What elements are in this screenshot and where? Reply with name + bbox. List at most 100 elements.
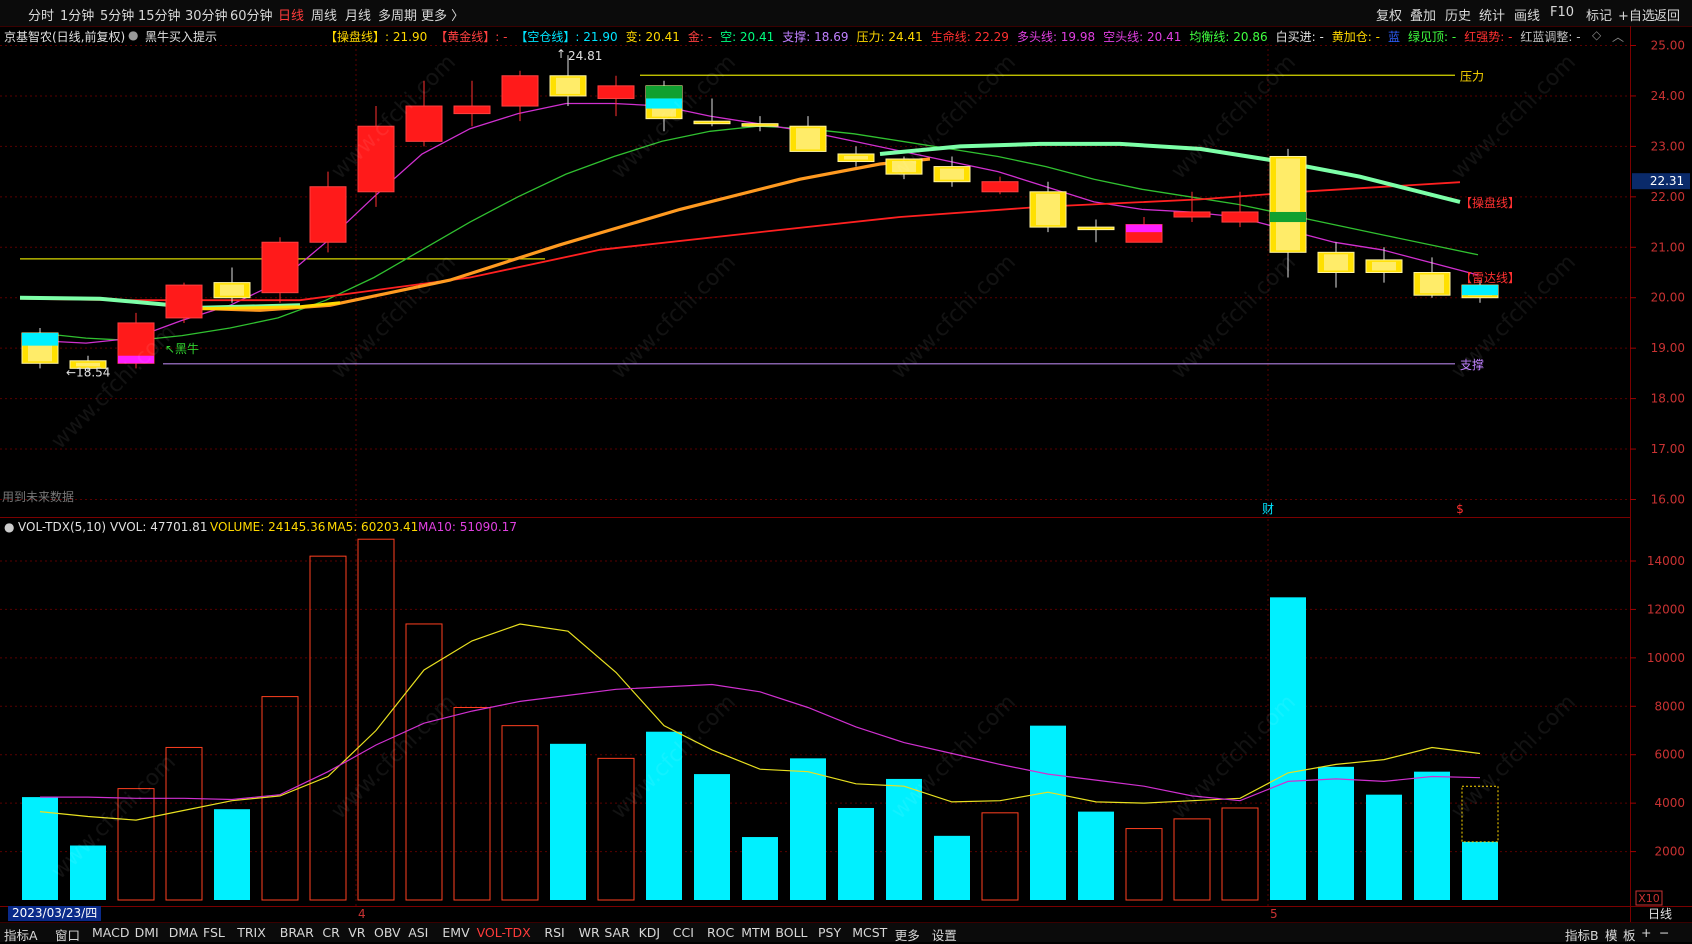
candle-body-up[interactable] (981, 181, 1019, 193)
indicator-tab-21[interactable]: BOLL (775, 925, 807, 940)
indicator-tab-20[interactable]: MTM (741, 925, 770, 940)
volume-bar-up[interactable] (453, 706, 491, 901)
indicator-tab-25[interactable]: 设置 (932, 925, 957, 944)
volume-bar-down[interactable] (1318, 766, 1354, 900)
volume-bar-down[interactable] (1270, 597, 1306, 900)
finance-marker: 财 (1262, 502, 1274, 516)
period-label: 日线 (1648, 907, 1672, 921)
indicator-tab-3[interactable]: DMI (135, 925, 159, 940)
candle-body-up[interactable] (261, 241, 299, 294)
future-data-label: 用到未来数据 (2, 489, 74, 504)
price-tick-label: 21.00 (1651, 240, 1685, 254)
candle-body-down[interactable] (1077, 226, 1115, 231)
volume-bar-down[interactable] (1030, 725, 1066, 900)
watermark-text: www.cfchi.com (887, 50, 1021, 184)
volume-bar-up[interactable] (1221, 807, 1259, 901)
indicator-tab-4[interactable]: DMA (169, 925, 198, 940)
volume-bar-down[interactable] (1078, 811, 1114, 900)
candle-body-up[interactable] (501, 75, 539, 107)
volume-bar-down[interactable] (742, 837, 778, 900)
volume-bar-down[interactable] (838, 807, 874, 900)
bottom-right-1[interactable]: 模 (1605, 925, 1618, 944)
candle-body-down[interactable] (693, 120, 731, 125)
radar-line-label: 【雷达线】 (1460, 271, 1520, 285)
indicator-tab-0[interactable]: 指标A (4, 925, 38, 944)
bottom-right-0[interactable]: 指标B (1565, 925, 1599, 944)
indicator-tab-1[interactable]: 窗口 (55, 925, 80, 944)
volume-bar-up[interactable] (501, 725, 539, 901)
volume-bar-down[interactable] (694, 774, 730, 900)
volume-bar-up[interactable] (405, 623, 443, 901)
candle-body-up[interactable] (597, 85, 635, 99)
volume-bar-down[interactable] (214, 809, 250, 900)
high-price-label: 24.81 (568, 49, 602, 63)
indicator-tab-7[interactable]: BRAR (280, 925, 314, 940)
price-tick-label: 16.00 (1651, 493, 1685, 507)
volume-bar-down[interactable] (1414, 771, 1450, 900)
candle-body-down[interactable] (741, 123, 779, 127)
indicator-tab-15[interactable]: WR (579, 925, 600, 940)
volume-bar-down[interactable] (1462, 841, 1498, 900)
indicator-tab-2[interactable]: MACD (92, 925, 129, 940)
pressure-label: 压力 (1460, 69, 1484, 83)
volume-bar-down[interactable] (934, 835, 970, 900)
price-tick-label: 23.00 (1651, 139, 1685, 153)
indicator-tab-6[interactable]: TRIX (237, 925, 266, 940)
volume-bar-up[interactable] (981, 812, 1019, 901)
operate-line-label: 【操盘线】 (1460, 195, 1520, 210)
candle-body-up[interactable] (453, 105, 491, 115)
chart-canvas[interactable]: 25.00 24.00 23.00 22.00 21.00 20.00 19.00 18.00… (0, 0, 1692, 941)
volume-bar-down[interactable] (550, 743, 586, 900)
volume-bar-up[interactable] (1125, 828, 1163, 901)
indicator-tab-24[interactable]: 更多 (895, 925, 920, 944)
candle-body-up[interactable] (309, 186, 347, 243)
watermark-text: www.cfchi.com (887, 690, 1021, 824)
candle-highlight (1324, 254, 1348, 271)
candle-body-up[interactable] (165, 284, 203, 319)
volume-bar-up[interactable] (1173, 818, 1211, 901)
volume-tick-label: 14000 (1647, 554, 1685, 568)
indicator-tab-11[interactable]: ASI (408, 925, 428, 940)
price-tick-label: 19.00 (1651, 341, 1685, 355)
volume-tick-label: 6000 (1654, 748, 1685, 762)
indicator-tab-22[interactable]: PSY (818, 925, 841, 940)
candle-cyan-last (1462, 285, 1498, 296)
bottom-right-4[interactable]: − (1659, 925, 1669, 940)
price-tick-label: 22.00 (1651, 190, 1685, 204)
candle-highlight (796, 128, 820, 150)
indicator-tab-10[interactable]: OBV (374, 925, 401, 940)
candle-highlight (940, 168, 964, 180)
volume-bar-up[interactable] (309, 555, 347, 901)
indicator-tab-8[interactable]: CR (322, 925, 339, 940)
indicator-tab-14[interactable]: RSI (544, 925, 564, 940)
volume-unit-label: X10 (1638, 892, 1660, 905)
candle-body-up[interactable] (1221, 211, 1259, 223)
bottom-right-2[interactable]: 板 (1623, 925, 1636, 944)
candle-body-up[interactable] (1173, 211, 1211, 218)
volume-bar-down[interactable] (790, 758, 826, 900)
volume-tick-label: 12000 (1647, 602, 1685, 616)
indicator-tab-13[interactable]: VOL-TDX (477, 925, 531, 940)
indicator-tab-17[interactable]: KDJ (639, 925, 661, 940)
indicator-tab-12[interactable]: EMV (442, 925, 469, 940)
indicator-tab-9[interactable]: VR (348, 925, 365, 940)
low-price-label: ←18.54 (66, 365, 110, 379)
indicator-tab-16[interactable]: SAR (604, 925, 629, 940)
candle-highlight (556, 77, 580, 94)
volume-bar-up[interactable] (261, 696, 299, 901)
indicator-tab-5[interactable]: FSL (203, 925, 225, 940)
current-price-label: 22.31 (1650, 174, 1684, 188)
candle-cyan-top (22, 333, 58, 346)
price-tick-label: 17.00 (1651, 442, 1685, 456)
volume-value: VOLUME: 24145.36 (210, 520, 326, 534)
bottom-right-3[interactable]: + (1641, 925, 1651, 940)
indicator-tab-23[interactable]: MCST (852, 925, 887, 940)
volume-bar-up[interactable] (597, 757, 635, 901)
watermark-text: www.cfchi.com (1447, 690, 1581, 824)
volume-bar-down[interactable] (1366, 794, 1402, 900)
indicator-tab-19[interactable]: ROC (707, 925, 734, 940)
volume-bar-up[interactable] (357, 538, 395, 901)
volume-indicator-name[interactable]: VOL-TDX(5,10) (18, 520, 106, 534)
indicator-tab-18[interactable]: CCI (673, 925, 694, 940)
circle-icon[interactable]: ● (4, 520, 14, 534)
